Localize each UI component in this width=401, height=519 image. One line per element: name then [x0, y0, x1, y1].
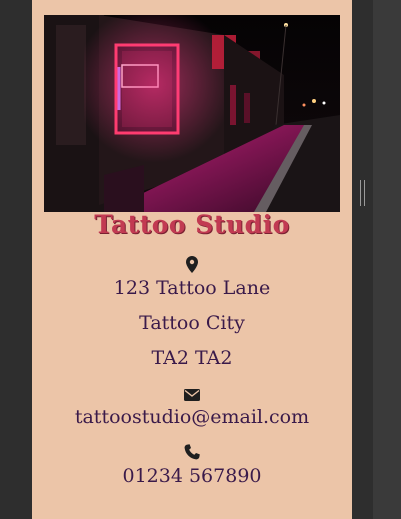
envelope-icon — [32, 386, 352, 404]
storefront-photo — [44, 15, 340, 212]
phone-link[interactable]: 01234 567890 — [32, 465, 352, 487]
page-viewport: Tattoo Studio 123 Tattoo Lane Tattoo Cit… — [0, 0, 401, 519]
resize-handle[interactable] — [360, 180, 365, 206]
address-line-1: 123 Tattoo Lane — [113, 277, 271, 299]
side-gutter — [373, 0, 401, 519]
email-link[interactable]: tattoostudio@email.com — [32, 406, 352, 428]
studio-card: Tattoo Studio 123 Tattoo Lane Tattoo Cit… — [32, 0, 352, 519]
address-line-2: Tattoo City — [139, 312, 245, 334]
address-line-3: TA2 TA2 — [151, 347, 233, 369]
map-marker-icon — [32, 256, 352, 274]
phone-icon — [32, 444, 352, 462]
page-title: Tattoo Studio — [94, 210, 290, 239]
